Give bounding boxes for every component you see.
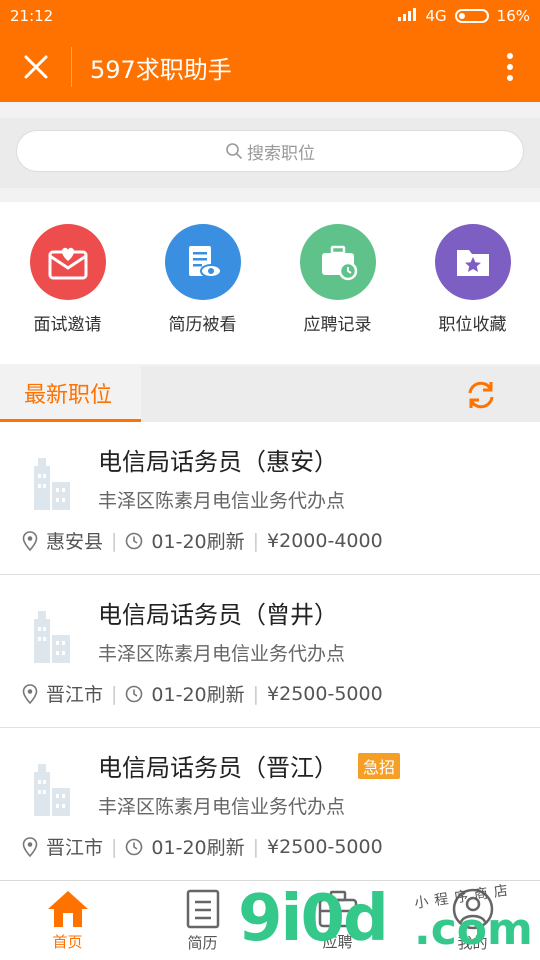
close-button[interactable] xyxy=(0,47,72,87)
company-building-icon xyxy=(34,764,70,816)
location-pin-icon xyxy=(22,530,38,551)
job-salary: ¥2500-5000 xyxy=(267,682,383,705)
tab-label: 应聘 xyxy=(322,933,353,951)
job-card[interactable]: 电信局话务员（惠安） 丰泽区陈素月电信业务代办点 惠安县 | 01-20刷新 |… xyxy=(0,422,540,575)
job-meta: 惠安县 | 01-20刷新 | ¥2000-4000 xyxy=(22,527,383,554)
latest-jobs-header: 最新职位 xyxy=(0,366,540,422)
location-pin-icon xyxy=(22,836,38,857)
search-input[interactable]: 搜索职位 xyxy=(16,130,524,172)
job-meta: 晋江市 | 01-20刷新 | ¥2500-5000 xyxy=(22,833,383,860)
quick-label: 职位收藏 xyxy=(438,315,507,335)
refresh-button[interactable] xyxy=(464,378,498,412)
clock-icon xyxy=(126,685,143,702)
app-title: 597求职助手 xyxy=(90,55,232,84)
job-refresh-date: 01-20刷新 xyxy=(151,531,245,553)
status-time: 21:12 xyxy=(10,7,54,25)
section-title[interactable]: 最新职位 xyxy=(0,366,141,422)
tab-profile[interactable]: 我的 xyxy=(405,881,540,960)
tab-home[interactable]: 首页 xyxy=(0,881,135,960)
briefcase-clock-icon xyxy=(299,224,376,300)
job-refresh-date: 01-20刷新 xyxy=(151,684,245,706)
more-button[interactable] xyxy=(480,32,540,102)
location-pin-icon xyxy=(22,683,38,704)
status-bar: 21:12 4G 16% xyxy=(0,0,540,32)
resume-eye-icon xyxy=(164,224,241,300)
job-title: 电信局话务员（曾井） xyxy=(98,601,338,629)
battery-icon xyxy=(454,9,489,23)
tab-label: 首页 xyxy=(52,933,83,951)
battery-level: 16% xyxy=(496,7,530,25)
user-icon xyxy=(452,888,493,930)
job-refresh-date: 01-20刷新 xyxy=(151,837,245,859)
network-label: 4G xyxy=(425,7,447,25)
clock-icon xyxy=(126,532,143,549)
more-vertical-icon xyxy=(507,53,513,81)
quick-saved-jobs[interactable]: 职位收藏 xyxy=(413,224,533,364)
home-icon xyxy=(47,891,88,927)
job-card[interactable]: 电信局话务员（晋江） 急招 丰泽区陈素月电信业务代办点 晋江市 | 01-20刷… xyxy=(0,728,540,881)
job-company: 丰泽区陈素月电信业务代办点 xyxy=(98,796,346,818)
envelope-heart-icon xyxy=(29,224,106,300)
app-bar: 597求职助手 xyxy=(0,32,540,102)
search-bar: 搜索职位 xyxy=(0,118,540,188)
refresh-icon xyxy=(468,381,494,409)
job-list: 电信局话务员（惠安） 丰泽区陈素月电信业务代办点 惠安县 | 01-20刷新 |… xyxy=(0,422,540,881)
quick-application-records[interactable]: 应聘记录 xyxy=(278,224,398,364)
job-salary: ¥2500-5000 xyxy=(267,835,383,858)
briefcase-icon xyxy=(318,890,357,928)
close-icon xyxy=(24,55,47,79)
tab-label: 我的 xyxy=(457,934,488,952)
job-company: 丰泽区陈素月电信业务代办点 xyxy=(98,490,346,512)
search-icon xyxy=(226,143,242,159)
signal-icon xyxy=(397,7,417,25)
job-salary: ¥2000-4000 xyxy=(267,529,383,552)
folder-star-icon xyxy=(434,224,511,300)
quick-label: 面试邀请 xyxy=(33,315,102,335)
bottom-tab-bar: 首页 简历 应聘 我的 xyxy=(0,880,540,960)
document-icon xyxy=(186,889,219,929)
job-location: 晋江市 xyxy=(46,684,104,706)
quick-label: 简历被看 xyxy=(168,315,237,335)
quick-interview-invites[interactable]: 面试邀请 xyxy=(8,224,128,364)
job-title: 电信局话务员（晋江） 急招 xyxy=(98,748,401,783)
job-title: 电信局话务员（惠安） xyxy=(98,448,338,476)
tab-label: 简历 xyxy=(187,934,218,952)
company-building-icon xyxy=(34,611,70,663)
quick-actions: 面试邀请 简历被看 应聘记录 职位收藏 xyxy=(0,202,540,364)
job-company: 丰泽区陈素月电信业务代办点 xyxy=(98,643,346,665)
job-location: 惠安县 xyxy=(46,531,104,553)
urgent-badge: 急招 xyxy=(358,752,401,779)
job-meta: 晋江市 | 01-20刷新 | ¥2500-5000 xyxy=(22,680,383,707)
job-card[interactable]: 电信局话务员（曾井） 丰泽区陈素月电信业务代办点 晋江市 | 01-20刷新 |… xyxy=(0,575,540,728)
company-building-icon xyxy=(34,458,70,510)
clock-icon xyxy=(126,838,143,855)
tab-applications[interactable]: 应聘 xyxy=(270,881,405,960)
job-location: 晋江市 xyxy=(46,837,104,859)
tab-resume[interactable]: 简历 xyxy=(135,881,270,960)
quick-label: 应聘记录 xyxy=(303,315,372,335)
quick-resume-viewed[interactable]: 简历被看 xyxy=(143,224,263,364)
search-placeholder: 搜索职位 xyxy=(247,143,315,164)
